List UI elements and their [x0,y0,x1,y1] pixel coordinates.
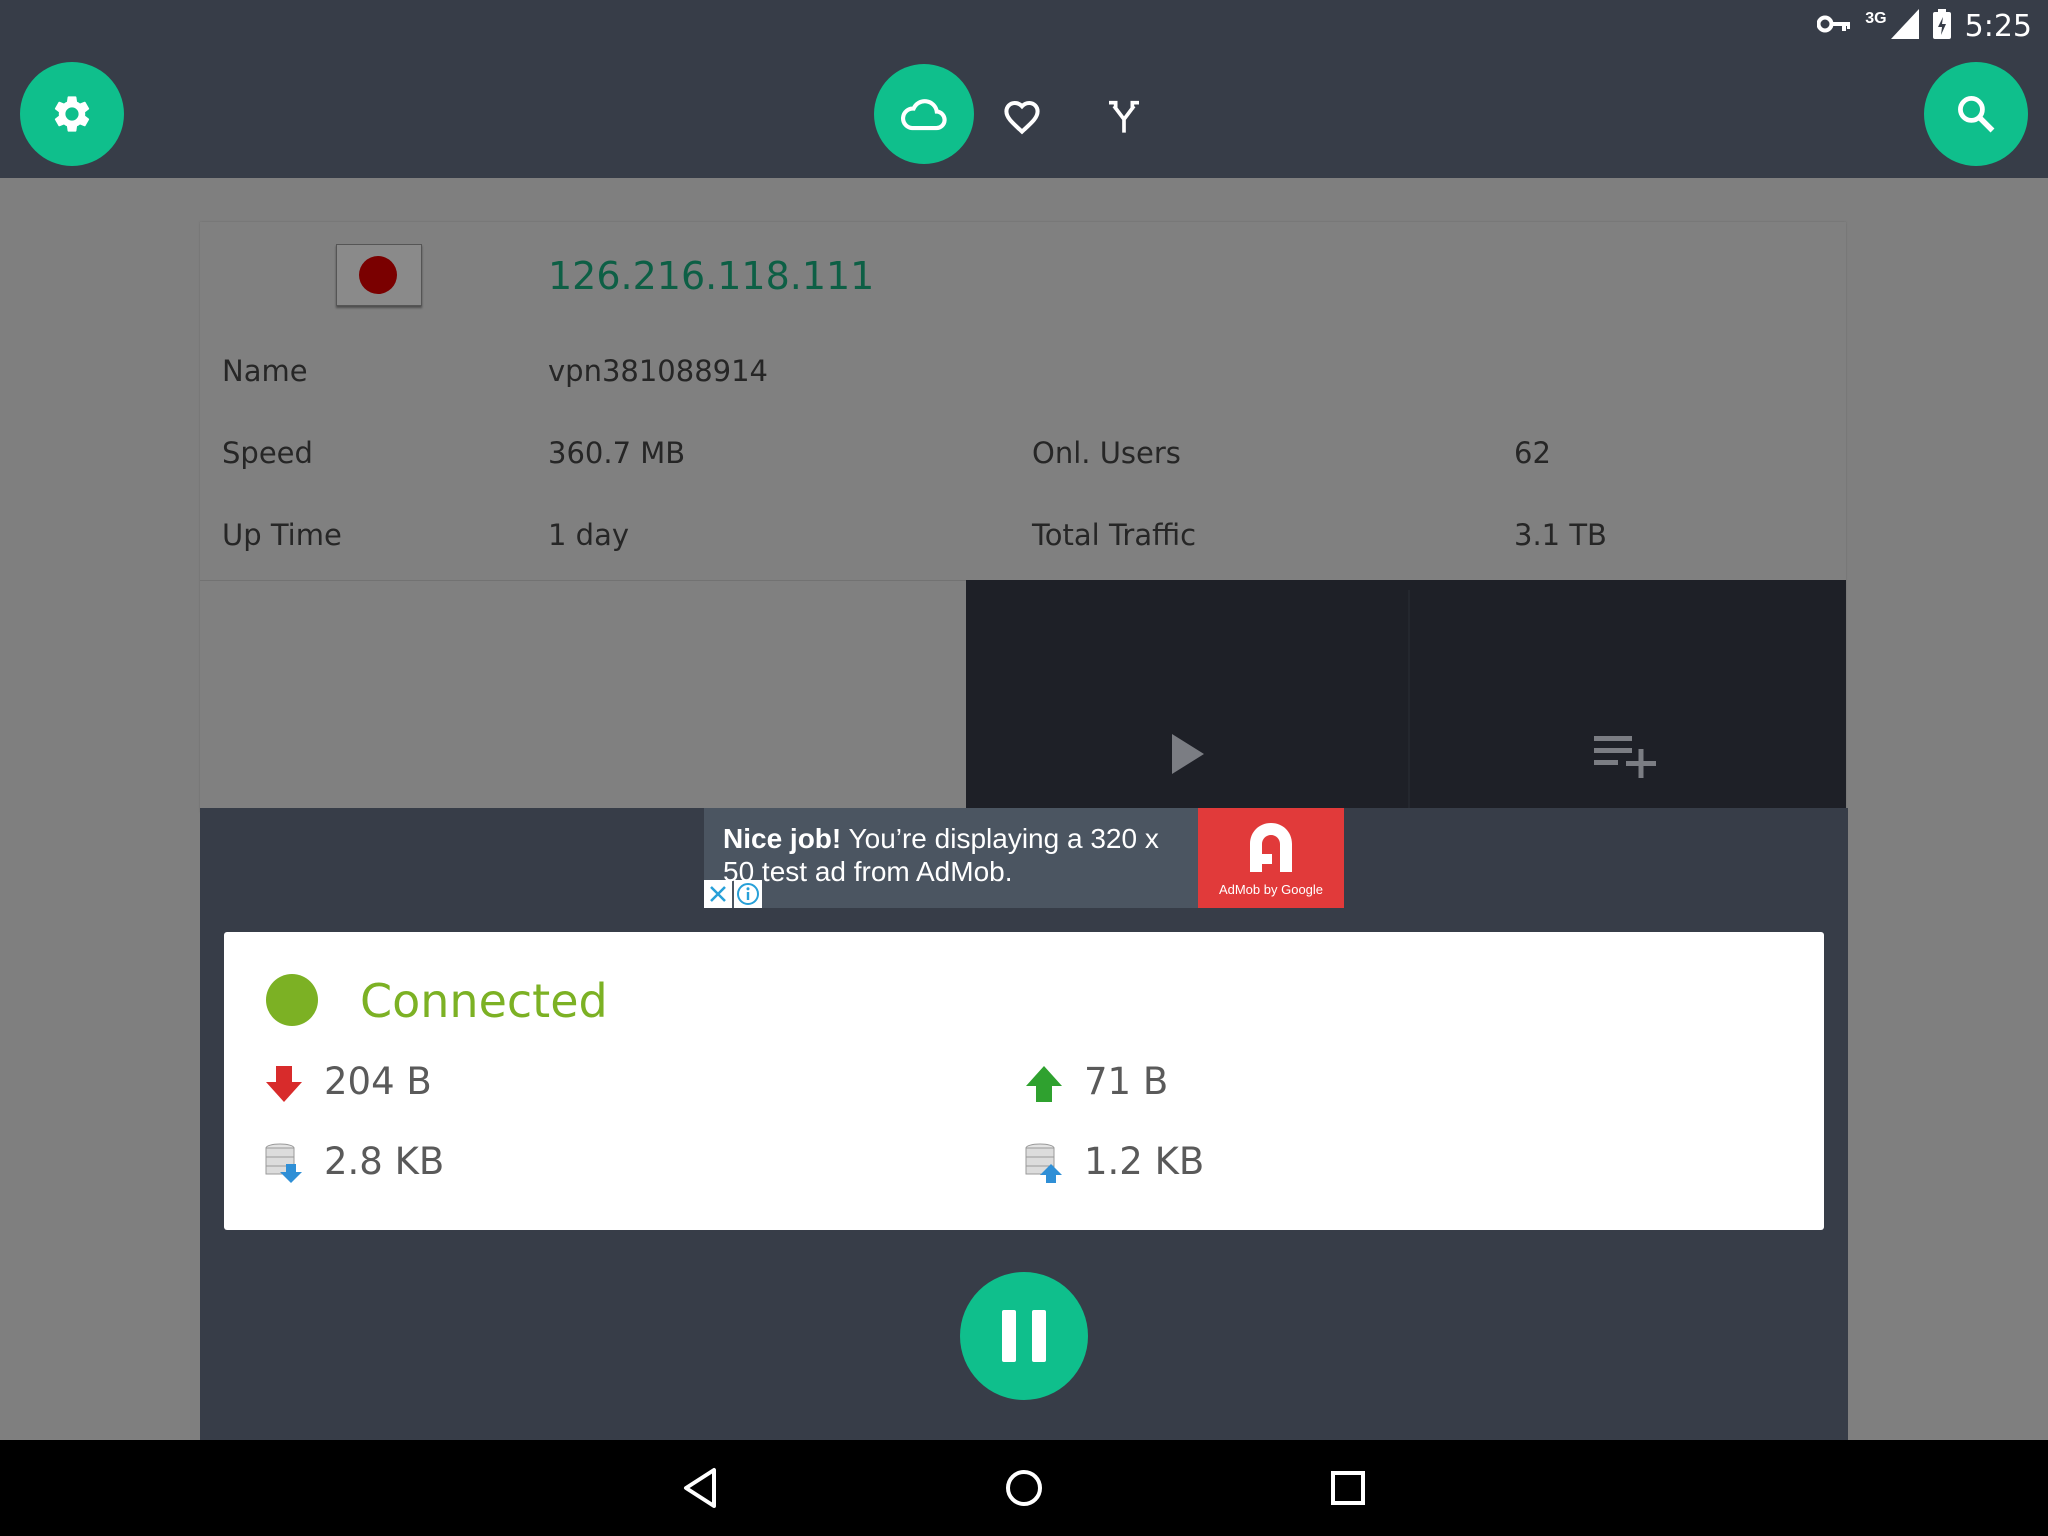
connection-status: Connected [360,974,608,1028]
back-icon [684,1468,716,1508]
uploaded-total: 1.2 KB [1084,1140,1205,1183]
total-traffic-value: 3.1 TB [1514,518,1607,552]
favorites-tab-button[interactable] [986,80,1058,152]
back-button[interactable] [668,1456,732,1520]
card-divider [200,580,966,581]
play-icon[interactable] [1168,730,1208,783]
japan-flag-icon [336,244,422,306]
clock: 5:25 [1964,8,2032,44]
player-strip [966,580,1846,812]
name-value: vpn381088914 [548,354,769,388]
recents-icon [1331,1471,1365,1505]
test-ad-banner[interactable]: Nice job! You’re displaying a 320 x 50 t… [704,808,1344,908]
recents-button[interactable] [1316,1456,1380,1520]
server-ip: 126.216.118.111 [548,254,875,298]
speed-value: 360.7 MB [548,436,686,470]
split-arrows-icon [1109,100,1139,133]
playlist-add-icon[interactable] [1592,732,1658,785]
download-arrow-icon [264,1064,304,1109]
status-bar: 3G 5:25 [1816,8,2032,44]
uploaded-total-icon [1024,1142,1064,1189]
vpn-key-icon [1816,14,1851,39]
speed-label: Speed [222,436,313,470]
battery-icon [1932,8,1951,44]
downloaded-total-icon [264,1142,304,1189]
pause-button[interactable] [960,1272,1088,1400]
settings-button[interactable] [20,62,124,166]
search-icon [1958,96,1995,133]
downloaded-total: 2.8 KB [324,1140,445,1183]
heart-icon [1004,100,1040,135]
uptime-label: Up Time [222,518,342,552]
pause-icon [1002,1310,1046,1362]
total-traffic-label: Total Traffic [1032,518,1197,552]
network-type-label: 3G [1865,10,1887,27]
servers-tab-button[interactable] [874,64,974,164]
signal-icon [1890,8,1919,44]
connected-indicator [266,974,318,1026]
ad-close-icon[interactable] [704,880,732,908]
name-label: Name [222,354,308,388]
upload-arrow-icon [1024,1064,1064,1109]
download-speed: 204 B [324,1060,432,1103]
split-tunnel-tab-button[interactable] [1088,80,1160,152]
cloud-icon [901,99,947,131]
home-icon [1006,1470,1042,1506]
admob-logo: AdMob by Google [1198,808,1344,908]
online-users-value: 62 [1514,436,1551,470]
ad-brand-text: AdMob by Google [1218,882,1324,897]
upload-speed: 71 B [1084,1060,1169,1103]
search-button[interactable] [1924,62,2028,166]
uptime-value: 1 day [548,518,630,552]
online-users-label: Onl. Users [1032,436,1181,470]
ad-info-icon[interactable] [734,880,762,908]
ad-bold-text: Nice job! [723,823,842,854]
ad-message: Nice job! You’re displaying a 320 x 50 t… [723,822,1193,888]
gear-icon [54,96,90,132]
home-button[interactable] [992,1456,1056,1520]
